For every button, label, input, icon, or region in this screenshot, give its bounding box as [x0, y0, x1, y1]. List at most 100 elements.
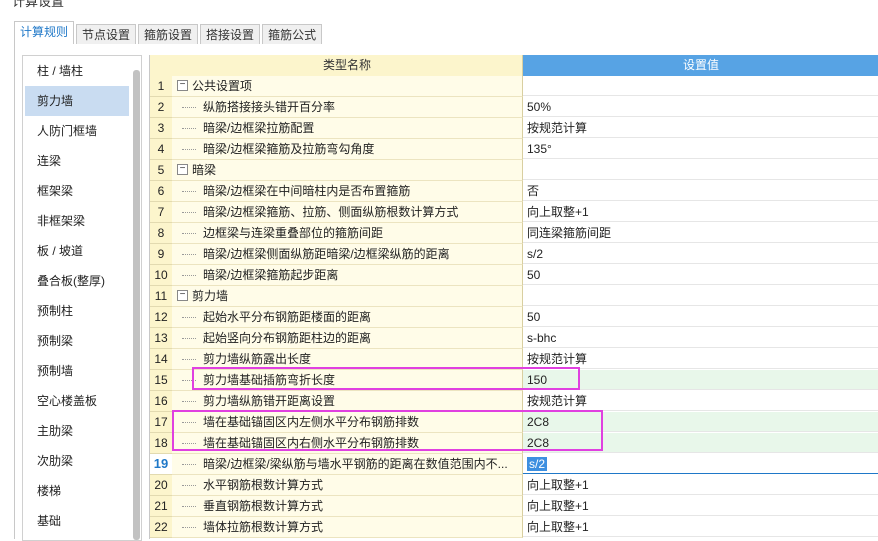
- table-row[interactable]: 12 起始水平分布钢筋距楼面的距离 50: [150, 307, 878, 328]
- collapse-icon[interactable]: −: [177, 80, 188, 91]
- table-row[interactable]: 14 剪力墙纵筋露出长度 按规范计算: [150, 349, 878, 370]
- setting-label: 墙在基础锚固区内左侧水平分布钢筋排数: [203, 415, 420, 429]
- row-setting-value[interactable]: s/2: [523, 454, 878, 474]
- sidebar-item[interactable]: 非框架梁: [23, 206, 141, 236]
- setting-label: 剪力墙纵筋错开距离设置: [203, 394, 336, 408]
- row-type-name: 边框梁与连梁重叠部位的箍筋间距: [172, 223, 523, 244]
- sidebar-item[interactable]: 预制墙: [23, 356, 141, 386]
- table-row[interactable]: 17 墙在基础锚固区内左侧水平分布钢筋排数 2C8: [150, 412, 878, 433]
- collapse-icon[interactable]: −: [177, 164, 188, 175]
- table-row[interactable]: 7 暗梁/边框梁箍筋、拉筋、侧面纵筋根数计算方式 向上取整+1: [150, 202, 878, 223]
- sidebar-item[interactable]: 预制梁: [23, 326, 141, 356]
- tree-connector: [182, 149, 196, 150]
- sidebar-item[interactable]: 主肋梁: [23, 416, 141, 446]
- row-number: 11: [150, 286, 173, 307]
- row-setting-value[interactable]: 按规范计算: [523, 118, 878, 138]
- row-setting-value[interactable]: 50: [523, 265, 878, 285]
- table-row[interactable]: 21 垂直钢筋根数计算方式 向上取整+1: [150, 496, 878, 517]
- tree-connector: [182, 233, 196, 234]
- table-row[interactable]: 6 暗梁/边框梁在中间暗柱内是否布置箍筋 否: [150, 181, 878, 202]
- sidebar-item[interactable]: 空心楼盖板: [23, 386, 141, 416]
- row-setting-value[interactable]: 否: [523, 181, 878, 201]
- collapse-icon[interactable]: −: [177, 290, 188, 301]
- tab-stirrup-formula[interactable]: 箍筋公式: [262, 24, 323, 44]
- table-row[interactable]: 8 边框梁与连梁重叠部位的箍筋间距 同连梁箍筋间距: [150, 223, 878, 244]
- tree-connector: [182, 191, 196, 192]
- table-row[interactable]: 19 暗梁/边框梁/梁纵筋与墙水平钢筋的距离在数值范围内不... s/2: [150, 454, 878, 475]
- table-row[interactable]: 22 墙体拉筋根数计算方式 向上取整+1: [150, 517, 878, 538]
- tab-stirrup-settings[interactable]: 箍筋设置: [138, 24, 199, 44]
- sidebar-item[interactable]: 板 / 坡道: [23, 236, 141, 266]
- sidebar-item[interactable]: 柱 / 墙柱: [23, 56, 141, 86]
- sidebar-item[interactable]: 预制柱: [23, 296, 141, 326]
- header-type-name[interactable]: 类型名称: [172, 55, 523, 77]
- tab-lap-settings[interactable]: 搭接设置: [200, 24, 261, 44]
- row-number: 20: [150, 475, 173, 496]
- table-row[interactable]: 15 剪力墙基础插筋弯折长度 150: [150, 370, 878, 391]
- row-setting-value[interactable]: [523, 76, 878, 96]
- tab-node-settings[interactable]: 节点设置: [76, 24, 137, 44]
- header-setting-value[interactable]: 设置值: [523, 55, 878, 77]
- row-setting-value[interactable]: 50%: [523, 97, 878, 117]
- table-row[interactable]: 20 水平钢筋根数计算方式 向上取整+1: [150, 475, 878, 496]
- tree-connector: [182, 485, 196, 486]
- header-row-number: [150, 55, 173, 77]
- row-setting-value[interactable]: [523, 286, 878, 306]
- sidebar-scrollbar[interactable]: [133, 70, 140, 540]
- table-row[interactable]: 13 起始竖向分布钢筋距柱边的距离 s-bhc: [150, 328, 878, 349]
- row-type-name: 暗梁/边框梁侧面纵筋距暗梁/边框梁纵筋的距离: [172, 244, 523, 265]
- sidebar-item[interactable]: 框架梁: [23, 176, 141, 206]
- tree-connector: [182, 443, 196, 444]
- setting-label: 暗梁/边框梁箍筋及拉筋弯勾角度: [203, 142, 375, 156]
- component-list: 柱 / 墙柱 剪力墙 人防门框墙 连梁 框架梁 非框架梁板 / 坡道 叠合板(整厚) 预制柱预…: [22, 55, 142, 541]
- table-row[interactable]: 1− 公共设置项: [150, 76, 878, 97]
- setting-label: 剪力墙纵筋露出长度: [203, 352, 312, 366]
- row-setting-value[interactable]: 135°: [523, 139, 878, 159]
- row-number: 10: [150, 265, 173, 286]
- row-number: 5: [150, 160, 173, 181]
- row-type-name: 起始竖向分布钢筋距柱边的距离: [172, 328, 523, 349]
- row-setting-value[interactable]: 同连梁箍筋间距: [523, 223, 878, 243]
- row-number: 15: [150, 370, 173, 391]
- table-row[interactable]: 5− 暗梁: [150, 160, 878, 181]
- row-setting-value[interactable]: [523, 160, 878, 180]
- table-row[interactable]: 18 墙在基础锚固区内右侧水平分布钢筋排数 2C8: [150, 433, 878, 454]
- table-row[interactable]: 10 暗梁/边框梁箍筋起步距离 50: [150, 265, 878, 286]
- row-type-name: 暗梁/边框梁在中间暗柱内是否布置箍筋: [172, 181, 523, 202]
- table-row[interactable]: 4 暗梁/边框梁箍筋及拉筋弯勾角度 135°: [150, 139, 878, 160]
- tab-calc-rules[interactable]: 计算规则: [14, 21, 75, 44]
- row-setting-value[interactable]: 2C8: [523, 412, 878, 432]
- row-number: 1: [150, 76, 173, 97]
- setting-label: 暗梁/边框梁拉筋配置: [203, 121, 315, 135]
- row-setting-value[interactable]: s-bhc: [523, 328, 878, 348]
- table-row[interactable]: 11− 剪力墙: [150, 286, 878, 307]
- sidebar-item[interactable]: 剪力墙: [25, 86, 129, 116]
- row-number: 17: [150, 412, 173, 433]
- row-setting-value[interactable]: 向上取整+1: [523, 517, 878, 537]
- row-setting-value[interactable]: 向上取整+1: [523, 496, 878, 516]
- row-setting-value[interactable]: 向上取整+1: [523, 475, 878, 495]
- tree-connector: [182, 422, 196, 423]
- row-setting-value[interactable]: 向上取整+1: [523, 202, 878, 222]
- sidebar-item[interactable]: 叠合板(整厚): [23, 266, 141, 296]
- row-setting-value[interactable]: 150: [523, 370, 878, 390]
- tree-connector: [182, 527, 196, 528]
- sidebar-item[interactable]: 次肋梁: [23, 446, 141, 476]
- row-setting-value[interactable]: 2C8: [523, 433, 878, 453]
- sidebar-item[interactable]: 连梁: [23, 146, 141, 176]
- row-setting-value[interactable]: 按规范计算: [523, 349, 878, 369]
- row-setting-value[interactable]: 按规范计算: [523, 391, 878, 411]
- value-editor[interactable]: s/2: [527, 457, 548, 471]
- table-row[interactable]: 2 纵筋搭接接头错开百分率 50%: [150, 97, 878, 118]
- sidebar-item[interactable]: 人防门框墙: [23, 116, 141, 146]
- table-row[interactable]: 16 剪力墙纵筋错开距离设置 按规范计算: [150, 391, 878, 412]
- row-type-name: 剪力墙基础插筋弯折长度: [172, 370, 523, 391]
- table-row[interactable]: 9 暗梁/边框梁侧面纵筋距暗梁/边框梁纵筋的距离 s/2: [150, 244, 878, 265]
- row-number: 8: [150, 223, 173, 244]
- row-setting-value[interactable]: 50: [523, 307, 878, 327]
- sidebar-item[interactable]: 基础: [23, 506, 141, 536]
- row-setting-value[interactable]: s/2: [523, 244, 878, 264]
- setting-label: 暗梁/边框梁在中间暗柱内是否布置箍筋: [203, 184, 411, 198]
- table-row[interactable]: 3 暗梁/边框梁拉筋配置 按规范计算: [150, 118, 878, 139]
- sidebar-item[interactable]: 楼梯: [23, 476, 141, 506]
